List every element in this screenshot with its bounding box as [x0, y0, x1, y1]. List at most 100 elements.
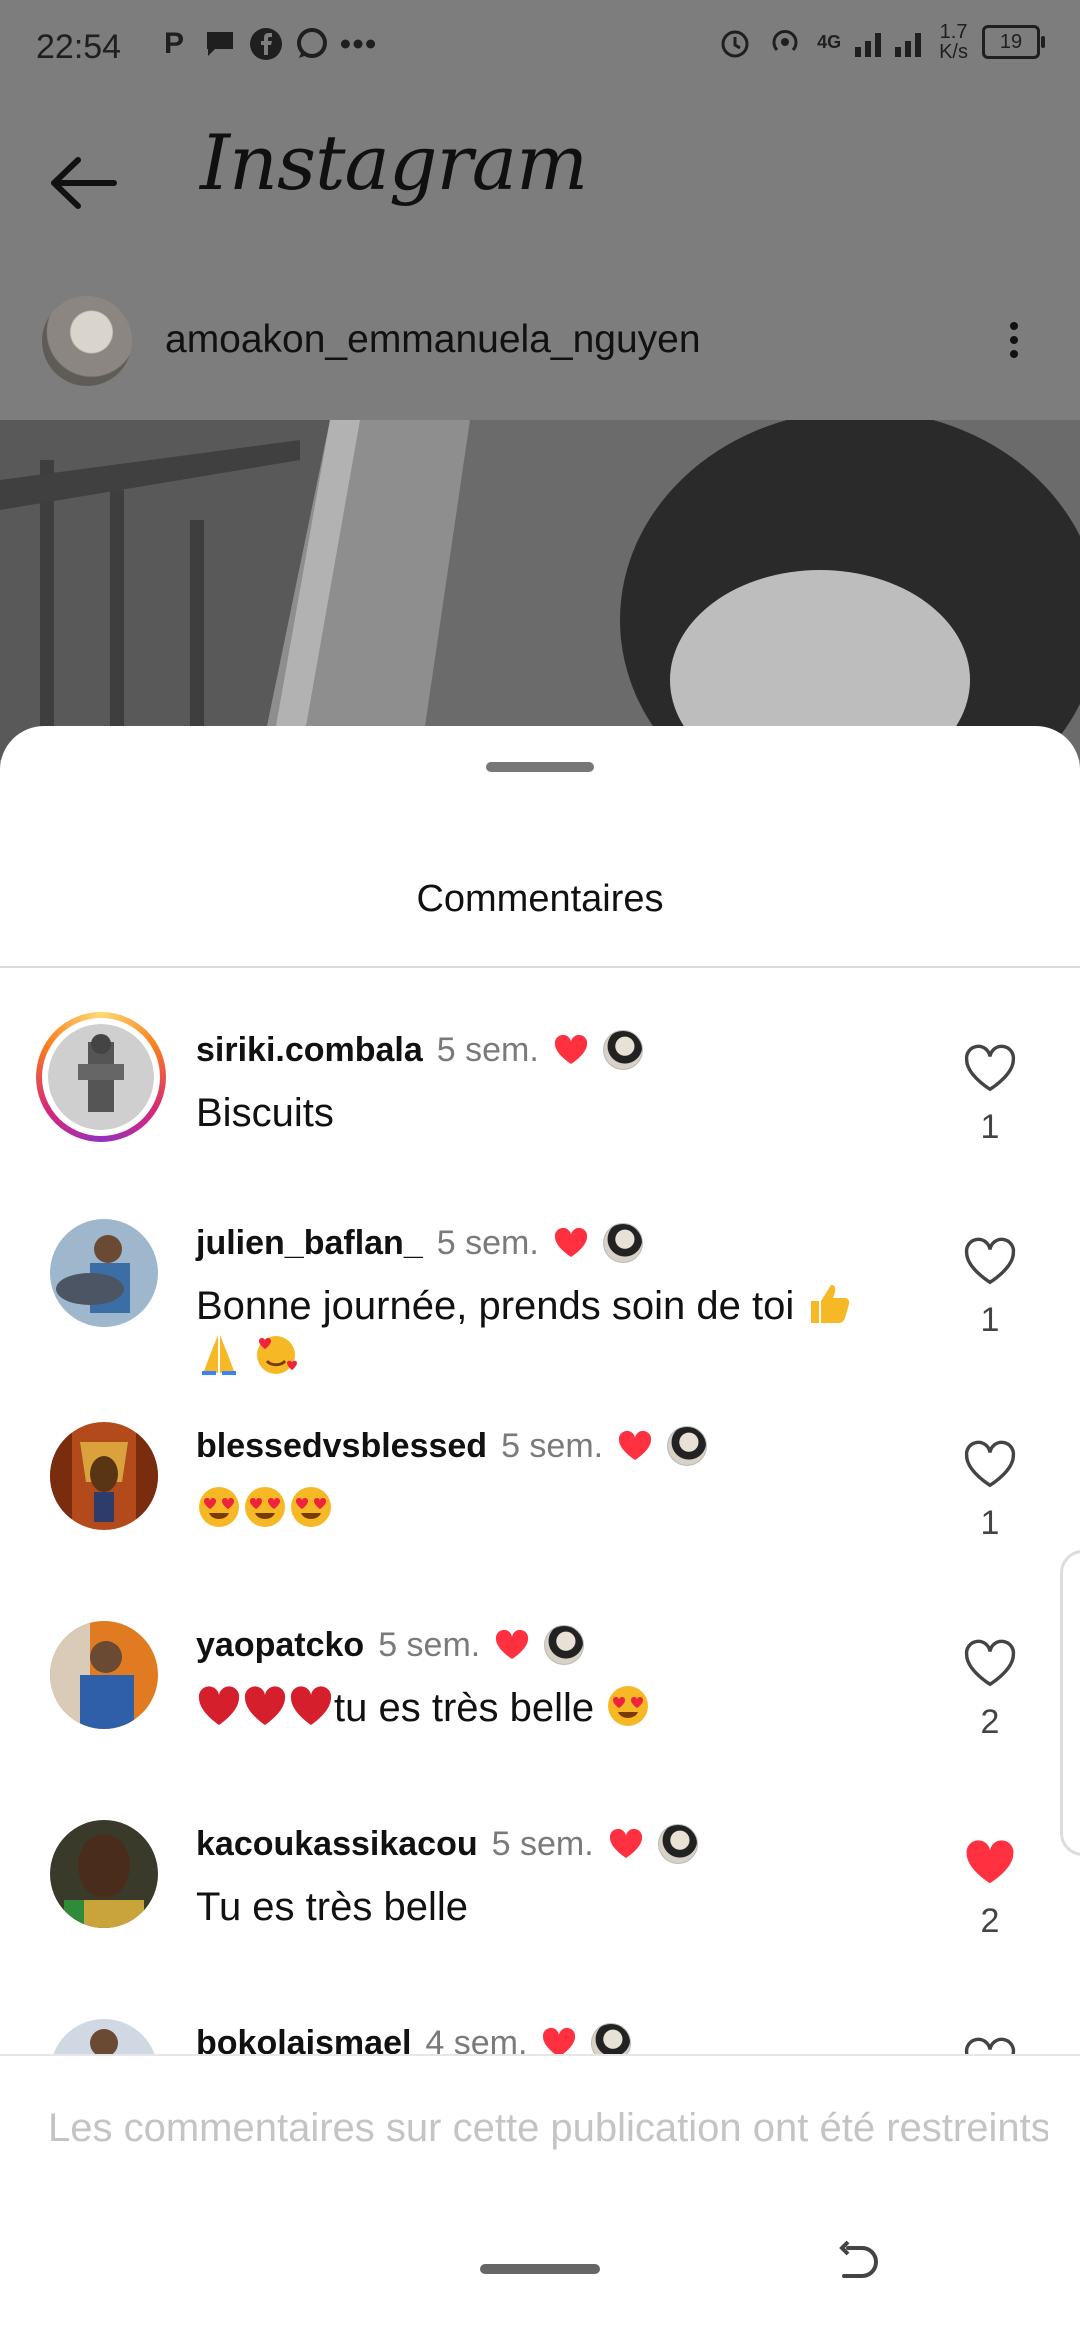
heart-outline-icon	[964, 1044, 1016, 1092]
post-image	[0, 420, 1080, 760]
comment-meta: julien_baflan_ 5 sem.	[196, 1223, 643, 1263]
heart-icon	[609, 1828, 642, 1858]
heart-eyes-emoji	[199, 1487, 239, 1527]
status-time: 22:54	[36, 28, 122, 66]
heart-eyes-emoji	[608, 1686, 649, 1726]
p-icon: P	[163, 27, 184, 60]
comment-text: Biscuits	[196, 1091, 334, 1135]
heart-icon	[554, 1227, 587, 1257]
heart-icon	[496, 1629, 529, 1659]
heart-eyes-emoji	[245, 1487, 285, 1527]
red-heart-emoji	[290, 1686, 332, 1725]
post-author-avatar[interactable]	[42, 296, 132, 386]
commenter-avatar[interactable]	[50, 1219, 158, 1327]
comment-text: Tu es très belle	[196, 1885, 468, 1929]
net-speed: 1.7 K/s	[939, 21, 968, 63]
author-liked-avatar	[602, 1030, 643, 1070]
home-gesture-bar[interactable]	[480, 2264, 600, 2274]
comment-meta: blessedvsblessed 5 sem.	[196, 1426, 708, 1466]
message-bubble-icon	[202, 26, 238, 62]
side-panel-handle[interactable]	[1060, 1550, 1080, 1856]
author-liked-avatar	[667, 1426, 708, 1466]
author-liked-avatar	[602, 1223, 643, 1263]
comment-restriction-footer: Les commentaires sur cette publication o…	[0, 2054, 1080, 2340]
more-options-button[interactable]	[1000, 316, 1028, 372]
comment-item: blessedvsblessed 5 sem. 1	[0, 1422, 1080, 1622]
heart-outline-icon	[964, 2037, 1016, 2054]
like-comment-button[interactable]	[962, 1237, 1018, 1287]
comment-item: yaopatcko 5 sem. tu es très belle 2	[0, 1621, 1080, 1821]
comment-time: 5 sem.	[436, 1030, 539, 1069]
restricted-message: Les commentaires sur cette publication o…	[48, 2106, 1048, 2150]
commenter-username[interactable]: julien_baflan_	[196, 1224, 423, 1263]
battery-icon: 19	[982, 25, 1045, 59]
comment-time: 5 sem.	[491, 1824, 594, 1863]
red-heart-emoji	[244, 1686, 286, 1725]
commenter-avatar[interactable]	[50, 1820, 158, 1928]
like-count: 2	[980, 1902, 1000, 1940]
like-comment-button[interactable]	[962, 2037, 1018, 2054]
like-comment-button[interactable]	[962, 1639, 1018, 1689]
heart-icon	[554, 1034, 587, 1064]
comment-text: tu es très belle	[196, 1683, 916, 1733]
commenter-avatar-story-ring[interactable]	[36, 1012, 166, 1142]
heart-icon	[619, 1430, 652, 1460]
comment-meta: kacoukassikacou 5 sem.	[196, 1824, 698, 1864]
notification-icons: P	[156, 26, 376, 62]
comment-text: Bonne journée, prends soin de toi	[196, 1281, 916, 1381]
commenter-username[interactable]: siriki.combala	[196, 1031, 423, 1070]
comment-item: bokolaismael 4 sem.	[0, 2019, 1080, 2054]
more-dots-icon	[340, 26, 376, 62]
comment-time: 5 sem.	[436, 1223, 539, 1262]
background-app: 22:54 P 4G 1.7 K/s 19 Instagram amoakon_…	[0, 0, 1080, 760]
author-liked-avatar	[657, 1824, 698, 1864]
heart-icon	[543, 2027, 576, 2054]
commenter-username[interactable]: yaopatcko	[196, 1626, 364, 1665]
author-liked-avatar	[591, 2023, 632, 2054]
like-count: 1	[980, 1301, 1000, 1339]
thumbs-up-emoji	[811, 1285, 850, 1323]
smiling-face-with-hearts-emoji	[257, 1336, 298, 1374]
signal-icon	[855, 33, 922, 57]
folded-hands-emoji	[202, 1335, 236, 1375]
commenter-avatar[interactable]	[50, 1621, 158, 1729]
app-logo: Instagram	[200, 118, 588, 207]
divider	[0, 966, 1080, 968]
system-status: 4G 1.7 K/s 19	[717, 21, 1045, 63]
heart-outline-icon	[964, 1639, 1016, 1687]
facebook-icon	[248, 26, 284, 62]
avatar-photo	[48, 1024, 154, 1130]
comment-meta: siriki.combala 5 sem.	[196, 1030, 643, 1070]
author-liked-avatar	[544, 1625, 585, 1665]
heart-outline-icon	[964, 1440, 1016, 1488]
comment-item: siriki.combala 5 sem. Biscuits 1	[0, 1012, 1080, 1226]
comment-meta: yaopatcko 5 sem.	[196, 1625, 585, 1665]
like-comment-button[interactable]	[962, 1044, 1018, 1094]
commenter-username[interactable]: bokolaismael	[196, 2024, 411, 2055]
like-comment-button[interactable]	[962, 1838, 1018, 1888]
hotspot-icon	[772, 30, 798, 52]
commenter-avatar[interactable]	[50, 1422, 158, 1530]
comment-time: 5 sem.	[378, 1625, 481, 1664]
post-author-username[interactable]: amoakon_emmanuela_nguyen	[165, 318, 701, 362]
comments-sheet: Commentaires siriki.combala 5 sem. Biscu…	[0, 726, 1080, 2340]
comment-text	[196, 1484, 916, 1534]
alarm-icon	[721, 30, 749, 58]
like-comment-button[interactable]	[962, 1440, 1018, 1490]
network-type-label: 4G	[817, 31, 842, 52]
red-heart-emoji	[198, 1686, 240, 1725]
commenter-avatar[interactable]	[50, 2019, 158, 2054]
back-button[interactable]	[44, 150, 120, 216]
like-count: 1	[980, 1108, 1000, 1146]
heart-filled-icon	[966, 1840, 1014, 1884]
drag-handle[interactable]	[486, 762, 594, 772]
comment-time: 4 sem.	[425, 2023, 528, 2055]
comment-item: julien_baflan_ 5 sem. Bonne journée, pre…	[0, 1219, 1080, 1449]
commenter-username[interactable]: blessedvsblessed	[196, 1427, 487, 1466]
nav-back-button[interactable]	[836, 2240, 884, 2288]
whatsapp-icon	[294, 26, 330, 62]
nav-back-icon	[839, 2240, 878, 2278]
commenter-username[interactable]: kacoukassikacou	[196, 1825, 478, 1864]
comment-item: kacoukassikacou 5 sem. Tu es très belle …	[0, 1820, 1080, 2020]
like-count: 2	[980, 1703, 1000, 1741]
